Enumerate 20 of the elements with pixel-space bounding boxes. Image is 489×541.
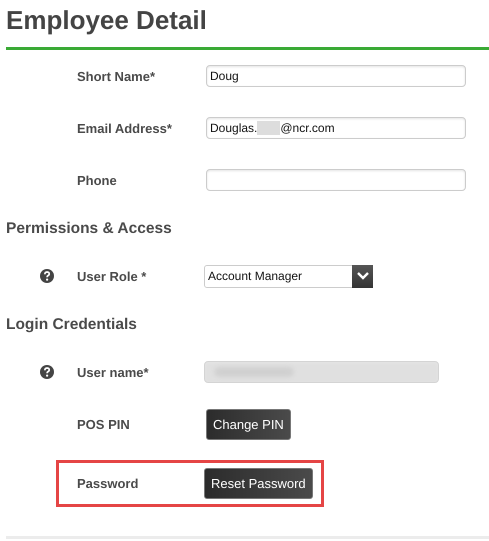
field-label: User Role * [77,268,148,284]
action-button[interactable]: Reset Password [204,468,313,499]
field-label: User name* [77,364,150,380]
field-label: Phone [77,172,118,188]
help-icon[interactable] [40,365,54,379]
page-title: Employee Detail [5,4,207,36]
help-icon[interactable] [40,269,54,283]
field-label: Email Address* [77,120,173,136]
role-dropdown[interactable]: Account Manager [204,264,373,288]
action-button[interactable]: Change PIN [206,408,291,440]
section-heading: Permissions & Access [6,219,172,239]
section-heading: Login Credentials [6,315,137,335]
input-field[interactable] [206,169,466,191]
input-field[interactable]: Douglas. @ncr.com [206,117,466,139]
caret-icon [356,272,368,280]
input-field[interactable]: Doug [206,65,466,87]
redaction-mark [257,121,280,135]
field-label: Short Name* [77,68,156,84]
field-label: Password [77,476,140,491]
field-label: POS PIN [77,416,131,432]
